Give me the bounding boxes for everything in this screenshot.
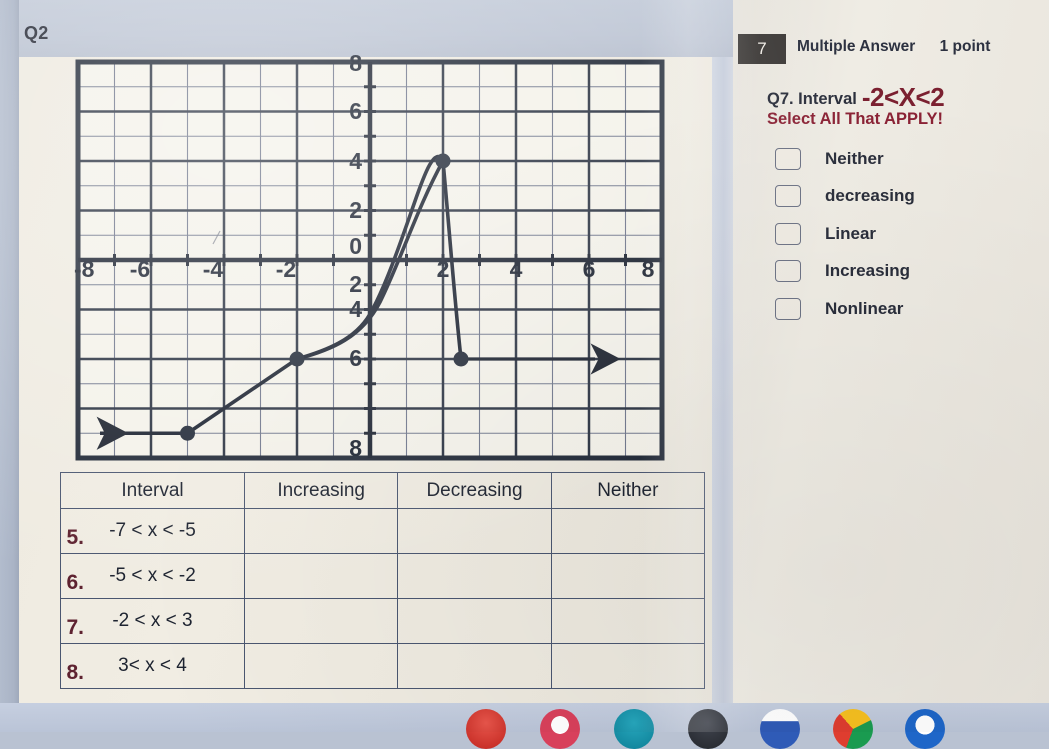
cell-increasing[interactable] xyxy=(243,643,399,689)
checkbox-icon[interactable] xyxy=(775,185,801,208)
x-tick-label: 2 xyxy=(437,256,450,282)
y-tick-label: 2 xyxy=(349,197,362,223)
answer-option-neither[interactable]: Neither xyxy=(775,140,1045,178)
question-heading: Q7. Interval -2<X<2 xyxy=(767,82,945,113)
question-number-badge: 7 xyxy=(738,34,786,64)
table-row: 3< x < 4 xyxy=(60,643,706,689)
question-panel: 7 Multiple Answer 1 point Q7. Interval -2… xyxy=(737,30,1049,330)
cell-decreasing[interactable] xyxy=(397,553,552,599)
cell-decreasing[interactable] xyxy=(397,643,552,689)
endpoint-dot xyxy=(180,425,195,441)
table-row: -5 < x < -2 xyxy=(60,553,706,599)
answer-option-nonlinear[interactable]: Nonlinear xyxy=(775,290,1045,328)
coordinate-graph: -8 -6 -4 -2 2 4 6 8 8 6 4 2 0 2 4 6 8 xyxy=(70,54,670,466)
table-row: -7 < x < -5 xyxy=(60,508,706,554)
question-instruction: Select All That APPLY! xyxy=(767,110,944,128)
cell-neither[interactable] xyxy=(550,508,706,554)
x-tick-label: -6 xyxy=(130,256,150,282)
question-heading-prefix: Q7. Interval xyxy=(767,90,857,108)
row-number: 5. xyxy=(66,526,84,549)
y-tick-label: 8 xyxy=(349,54,362,76)
x-tick-label: -2 xyxy=(276,256,296,282)
interval-table: Interval Increasing Decreasing Neither -… xyxy=(60,472,706,689)
interval-table-wrapper: 5. 6. 7. 8. Interval Increasing Decreasi… xyxy=(30,472,706,692)
cell-increasing[interactable] xyxy=(243,553,399,599)
cell-neither[interactable] xyxy=(550,553,706,599)
x-tick-label: -8 xyxy=(74,256,95,282)
row-number: 8. xyxy=(66,661,84,684)
x-tick-label: 8 xyxy=(642,256,655,282)
cell-interval: -5 < x < -2 xyxy=(60,553,245,599)
column-header-increasing: Increasing xyxy=(243,472,399,509)
endpoint-dot xyxy=(435,153,451,169)
coordinate-graph-svg: -8 -6 -4 -2 2 4 6 8 8 6 4 2 0 2 4 6 8 xyxy=(74,54,665,461)
row-number: 6. xyxy=(66,571,84,594)
app-icon-teal[interactable] xyxy=(614,709,654,749)
answer-option-label: Neither xyxy=(825,148,884,168)
answer-option-decreasing[interactable]: decreasing xyxy=(775,178,1045,216)
page-title: Q2 xyxy=(24,23,49,43)
cell-decreasing[interactable] xyxy=(397,598,552,644)
taskbar-dock xyxy=(0,703,1049,749)
cell-increasing[interactable] xyxy=(243,508,399,554)
answer-option-label: Increasing xyxy=(825,261,911,281)
checkbox-icon[interactable] xyxy=(775,147,801,170)
y-tick-label: 6 xyxy=(349,98,362,124)
answer-option-label: Nonlinear xyxy=(825,298,904,318)
cell-interval: -2 < x < 3 xyxy=(60,598,245,644)
question-type-label: Multiple Answer xyxy=(797,38,916,55)
question-meta: Multiple Answer 1 point xyxy=(797,38,990,56)
y-tick-label: 4 xyxy=(349,296,362,322)
app-icon-blue[interactable] xyxy=(905,709,945,749)
app-icon-bluewhite[interactable] xyxy=(760,709,800,749)
question-points-label: 1 point xyxy=(939,38,991,55)
app-icon-redwhite[interactable] xyxy=(540,709,580,749)
column-header-neither: Neither xyxy=(550,472,706,509)
checkbox-icon[interactable] xyxy=(775,260,801,283)
column-header-decreasing: Decreasing xyxy=(397,472,552,509)
background-left-strip xyxy=(0,0,19,703)
answer-option-increasing[interactable]: Increasing xyxy=(775,253,1045,291)
answer-option-linear[interactable]: Linear xyxy=(775,215,1045,253)
x-tick-label: 4 xyxy=(510,256,523,282)
answer-option-label: Linear xyxy=(825,223,877,243)
cell-neither[interactable] xyxy=(550,643,706,689)
cell-interval: 3< x < 4 xyxy=(60,643,245,689)
app-icon-red[interactable] xyxy=(466,709,506,749)
endpoint-dot xyxy=(289,351,305,367)
cell-interval: -7 < x < -5 xyxy=(60,508,245,554)
paper-divider xyxy=(712,57,735,703)
app-icon-dark[interactable] xyxy=(688,709,728,749)
y-tick-label: 8 xyxy=(349,435,362,461)
table-header-row: Interval Increasing Decreasing Neither xyxy=(60,472,706,509)
y-tick-label: 6 xyxy=(349,345,362,371)
cell-decreasing[interactable] xyxy=(397,508,552,554)
y-tick-label: 0 xyxy=(349,233,362,259)
answer-option-label: decreasing xyxy=(825,186,915,206)
x-tick-label: 6 xyxy=(583,256,596,282)
table-row: -2 < x < 3 xyxy=(60,598,706,644)
checkbox-icon[interactable] xyxy=(775,297,801,320)
app-icon-chrome[interactable] xyxy=(833,709,873,749)
y-tick-label: 4 xyxy=(349,148,362,174)
cell-increasing[interactable] xyxy=(243,598,399,644)
endpoint-dot xyxy=(453,351,469,367)
checkbox-icon[interactable] xyxy=(775,222,801,245)
cell-neither[interactable] xyxy=(550,598,706,644)
row-number: 7. xyxy=(66,616,84,639)
y-tick-label: 2 xyxy=(349,271,362,297)
x-tick-label: -4 xyxy=(203,256,224,282)
answer-option-list: Neither decreasing Linear Increasing Non… xyxy=(775,140,1045,328)
column-header-interval: Interval xyxy=(60,472,245,509)
question-interval-expression: -2<X<2 xyxy=(861,82,945,112)
